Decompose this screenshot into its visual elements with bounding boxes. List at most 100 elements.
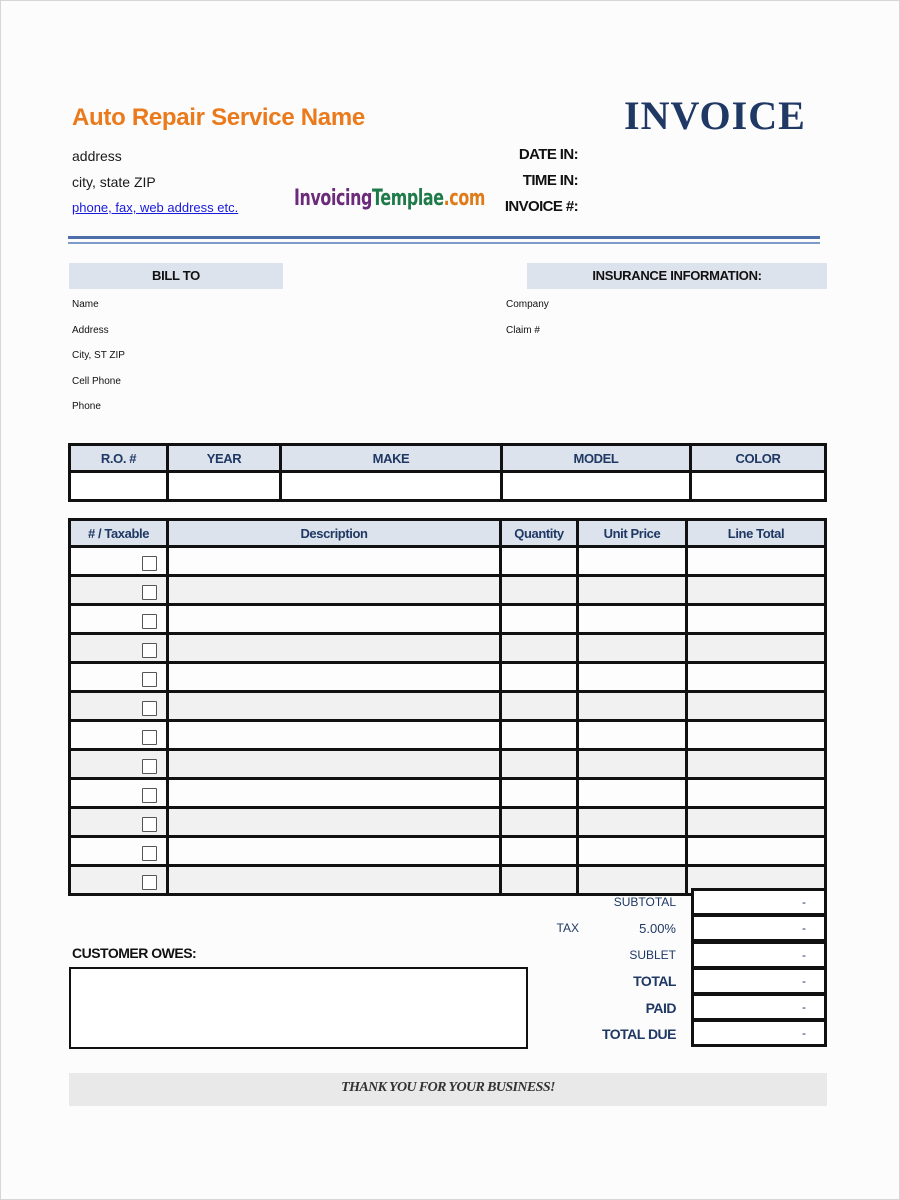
- taxable-checkbox[interactable]: [142, 846, 157, 861]
- bill-to-address-label: Address: [72, 325, 109, 336]
- description-cell[interactable]: [166, 661, 502, 693]
- description-cell[interactable]: [166, 748, 502, 780]
- tax-value: -: [691, 914, 827, 942]
- line-total-cell[interactable]: [685, 574, 827, 606]
- sublet-amount: -: [802, 948, 806, 962]
- description-cell[interactable]: [166, 574, 502, 606]
- unit-price-cell[interactable]: [576, 632, 688, 664]
- sublet-value[interactable]: -: [691, 941, 827, 969]
- unit-price-cell[interactable]: [576, 603, 688, 635]
- total-due-value: -: [691, 1019, 827, 1047]
- quantity-cell[interactable]: [499, 690, 579, 722]
- unit-price-cell[interactable]: [576, 719, 688, 751]
- taxable-checkbox[interactable]: [142, 730, 157, 745]
- tax-amount: -: [802, 921, 806, 935]
- quantity-cell[interactable]: [499, 545, 579, 577]
- quantity-cell[interactable]: [499, 632, 579, 664]
- line-total-cell[interactable]: [685, 690, 827, 722]
- quantity-cell[interactable]: [499, 835, 579, 867]
- description-cell[interactable]: [166, 719, 502, 751]
- invoice-title: INVOICE: [624, 93, 806, 138]
- line-total-cell[interactable]: [685, 719, 827, 751]
- line-item-row: [68, 574, 827, 606]
- line-item-row: [68, 603, 827, 635]
- description-cell[interactable]: [166, 777, 502, 809]
- line-total-cell[interactable]: [685, 748, 827, 780]
- unit-price-cell[interactable]: [576, 661, 688, 693]
- column-header-color: COLOR: [689, 443, 827, 473]
- description-cell[interactable]: [166, 545, 502, 577]
- total-value: -: [691, 967, 827, 995]
- ro-number-field[interactable]: [68, 470, 169, 502]
- quantity-cell[interactable]: [499, 864, 579, 896]
- logo-part-templae: Templae: [372, 186, 444, 211]
- taxable-checkbox[interactable]: [142, 875, 157, 890]
- quantity-cell[interactable]: [499, 603, 579, 635]
- quantity-cell[interactable]: [499, 806, 579, 838]
- total-due-label: TOTAL DUE: [601, 1026, 677, 1042]
- customer-owes-box[interactable]: [69, 967, 528, 1049]
- color-field[interactable]: [689, 470, 827, 502]
- taxable-checkbox[interactable]: [142, 585, 157, 600]
- make-field[interactable]: [279, 470, 503, 502]
- unit-price-cell[interactable]: [576, 864, 688, 896]
- unit-price-cell[interactable]: [576, 690, 688, 722]
- insurance-claim-label: Claim #: [506, 325, 540, 336]
- quantity-cell[interactable]: [499, 574, 579, 606]
- unit-price-cell[interactable]: [576, 806, 688, 838]
- line-item-row: [68, 632, 827, 664]
- unit-price-cell[interactable]: [576, 545, 688, 577]
- column-header-taxable: # / Taxable: [68, 518, 169, 548]
- line-total-cell[interactable]: [685, 835, 827, 867]
- description-cell[interactable]: [166, 632, 502, 664]
- taxable-checkbox[interactable]: [142, 556, 157, 571]
- year-field[interactable]: [166, 470, 282, 502]
- quantity-cell[interactable]: [499, 661, 579, 693]
- total-due-amount: -: [802, 1026, 806, 1040]
- line-total-cell[interactable]: [685, 806, 827, 838]
- column-header-line-total: Line Total: [685, 518, 827, 548]
- unit-price-cell[interactable]: [576, 574, 688, 606]
- taxable-cell: [68, 574, 169, 606]
- taxable-checkbox[interactable]: [142, 788, 157, 803]
- logo-part-invoicing: Invoicing: [294, 186, 373, 211]
- taxable-checkbox[interactable]: [142, 701, 157, 716]
- description-cell[interactable]: [166, 690, 502, 722]
- business-contact-link[interactable]: phone, fax, web address etc.: [72, 200, 238, 215]
- model-field[interactable]: [500, 470, 692, 502]
- quantity-cell[interactable]: [499, 719, 579, 751]
- taxable-checkbox[interactable]: [142, 672, 157, 687]
- taxable-checkbox[interactable]: [142, 817, 157, 832]
- taxable-checkbox[interactable]: [142, 759, 157, 774]
- paid-label: PAID: [645, 1000, 677, 1016]
- bill-to-name-label: Name: [72, 299, 99, 310]
- sublet-label: SUBLET: [629, 948, 676, 962]
- quantity-cell[interactable]: [499, 777, 579, 809]
- invoicing-template-logo: InvoicingTemplae.com: [294, 186, 485, 211]
- line-total-cell[interactable]: [685, 545, 827, 577]
- paid-value[interactable]: -: [691, 993, 827, 1021]
- taxable-cell: [68, 835, 169, 867]
- column-header-ro-number: R.O. #: [68, 443, 169, 473]
- line-items-table: # / Taxable Description Quantity Unit Pr…: [68, 518, 827, 896]
- line-item-row: [68, 719, 827, 751]
- description-cell[interactable]: [166, 864, 502, 896]
- line-total-cell[interactable]: [685, 777, 827, 809]
- line-total-cell[interactable]: [685, 603, 827, 635]
- unit-price-cell[interactable]: [576, 748, 688, 780]
- line-item-row: [68, 748, 827, 780]
- unit-price-cell[interactable]: [576, 835, 688, 867]
- line-total-cell[interactable]: [685, 632, 827, 664]
- taxable-checkbox[interactable]: [142, 643, 157, 658]
- description-cell[interactable]: [166, 835, 502, 867]
- header-divider: [68, 236, 820, 239]
- logo-part-com: .com: [443, 186, 486, 211]
- tax-rate[interactable]: 5.00%: [639, 921, 676, 936]
- line-total-cell[interactable]: [685, 661, 827, 693]
- taxable-checkbox[interactable]: [142, 614, 157, 629]
- unit-price-cell[interactable]: [576, 777, 688, 809]
- description-cell[interactable]: [166, 806, 502, 838]
- quantity-cell[interactable]: [499, 748, 579, 780]
- description-cell[interactable]: [166, 603, 502, 635]
- header-divider-secondary: [68, 242, 820, 244]
